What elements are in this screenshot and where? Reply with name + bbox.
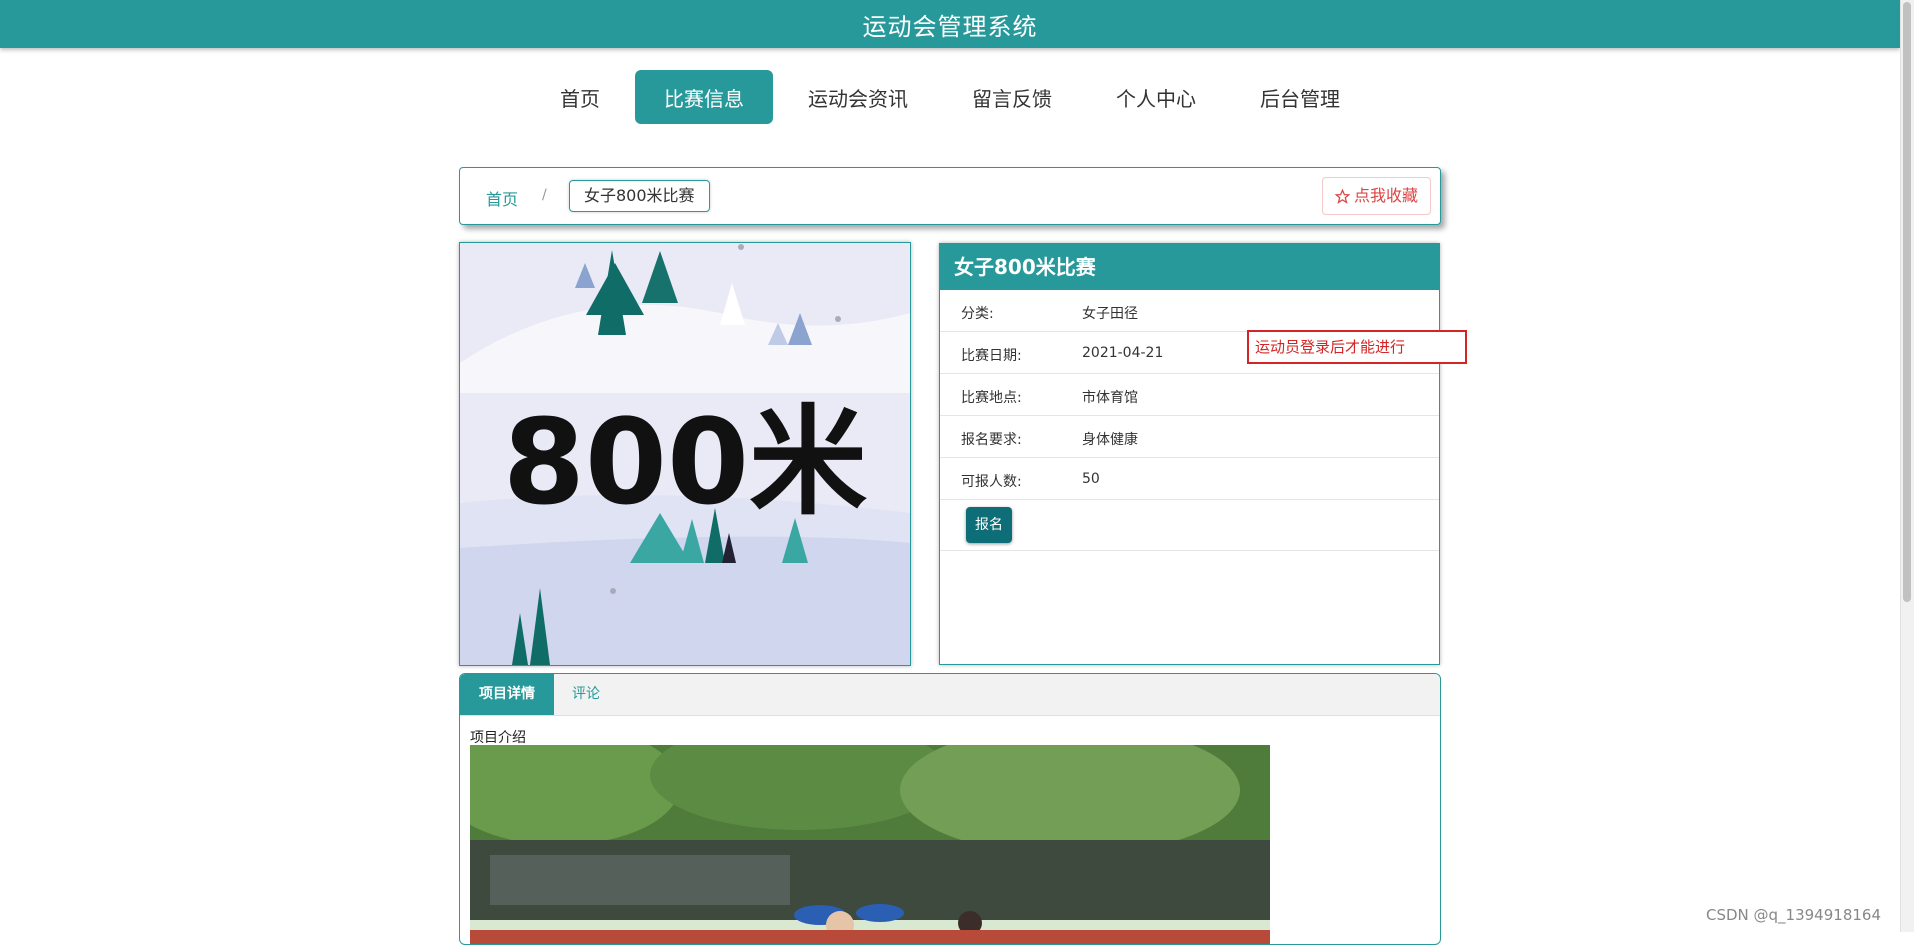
detail-label: 报名要求: xyxy=(961,432,1022,448)
nav-match-info[interactable]: 比赛信息 xyxy=(635,70,773,124)
detail-row-category: 分类: 女子田径 xyxy=(940,290,1439,332)
poster-text: 800米 xyxy=(503,393,867,531)
nav-feedback[interactable]: 留言反馈 xyxy=(943,70,1081,124)
nav-home[interactable]: 首页 xyxy=(531,70,629,124)
event-title: 女子800米比赛 xyxy=(940,244,1439,290)
poster-illustration: 800米 xyxy=(460,243,910,665)
detail-row-capacity: 可报人数: 50 xyxy=(940,458,1439,500)
detail-row-requirement: 报名要求: 身体健康 xyxy=(940,416,1439,458)
app-title: 运动会管理系统 xyxy=(862,12,1038,41)
event-poster-image: 800米 xyxy=(459,242,911,666)
detail-label: 比赛日期: xyxy=(961,348,1022,364)
tab-project-details[interactable]: 项目详情 xyxy=(460,674,554,715)
favorite-button[interactable]: 点我收藏 xyxy=(1321,177,1431,215)
star-outline-icon xyxy=(1334,188,1350,204)
detail-label: 分类: xyxy=(961,306,994,322)
nav-admin[interactable]: 后台管理 xyxy=(1231,70,1369,124)
top-header-bar: 运动会管理系统 xyxy=(0,0,1900,48)
breadcrumb-home-link[interactable]: 首页 xyxy=(486,186,518,210)
detail-label: 比赛地点: xyxy=(961,390,1022,406)
breadcrumb-current: 女子800米比赛 xyxy=(569,180,710,212)
login-required-tooltip: 运动员登录后才能进行 xyxy=(1247,330,1467,364)
intro-heading: 项目介绍 xyxy=(470,730,526,746)
event-detail-panel: 女子800米比赛 分类: 女子田径 比赛日期: 2021-04-21 比赛地点:… xyxy=(939,243,1440,665)
detail-value: 50 xyxy=(1082,471,1100,487)
breadcrumb: 首页 / 女子800米比赛 点我收藏 xyxy=(459,167,1441,225)
nav-personal-center[interactable]: 个人中心 xyxy=(1087,70,1225,124)
event-photo xyxy=(470,745,1270,944)
watermark: CSDN @q_1394918164 xyxy=(1706,906,1881,924)
detail-row-venue: 比赛地点: 市体育馆 xyxy=(940,374,1439,416)
main-nav: 首页 比赛信息 运动会资讯 留言反馈 个人中心 后台管理 xyxy=(0,70,1900,124)
detail-tabs-panel: 项目详情 评论 项目介绍 xyxy=(459,673,1441,945)
signup-button[interactable]: 报名 xyxy=(966,507,1012,543)
nav-sports-news[interactable]: 运动会资讯 xyxy=(779,70,937,124)
scrollbar-thumb[interactable] xyxy=(1903,2,1911,602)
tab-bar: 项目详情 评论 xyxy=(460,674,1440,716)
signup-row: 报名 xyxy=(940,500,1439,551)
breadcrumb-separator: / xyxy=(542,187,547,203)
photo-illustration xyxy=(470,745,1270,944)
detail-label: 可报人数: xyxy=(961,474,1022,490)
tab-comments[interactable]: 评论 xyxy=(553,674,619,715)
detail-value: 身体健康 xyxy=(1082,432,1138,448)
detail-value: 女子田径 xyxy=(1082,306,1138,322)
favorite-label: 点我收藏 xyxy=(1353,186,1418,205)
detail-value: 市体育馆 xyxy=(1082,390,1138,406)
detail-value: 2021-04-21 xyxy=(1082,345,1164,361)
